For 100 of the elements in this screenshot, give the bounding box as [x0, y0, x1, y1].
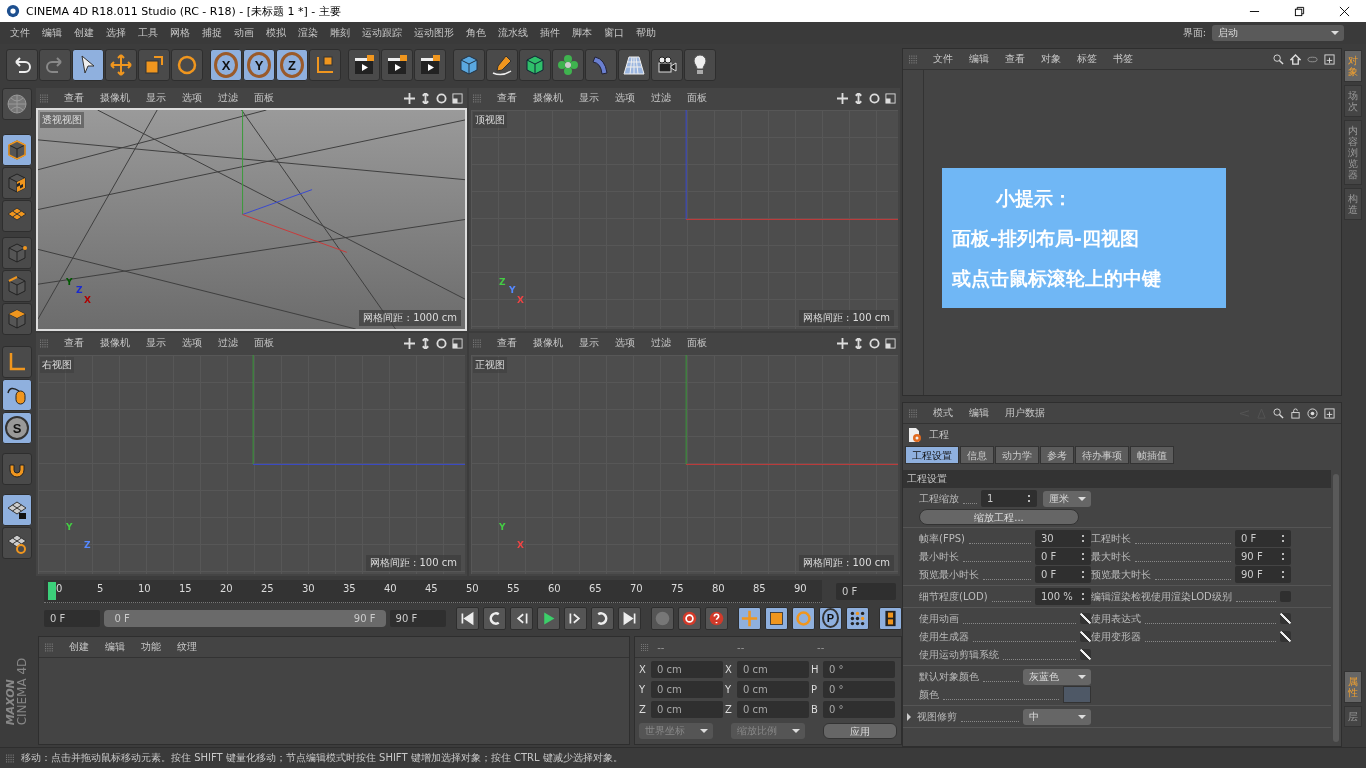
close-icon[interactable]	[1339, 5, 1350, 17]
viewport-menu-item[interactable]: 显示	[572, 336, 606, 350]
menu-item[interactable]: 雕刻	[324, 26, 356, 40]
side-tab[interactable]: 场次	[1344, 85, 1362, 117]
rotate-button[interactable]	[792, 606, 815, 630]
viewport-menu-item[interactable]: 摄像机	[526, 91, 570, 105]
menu-item[interactable]: 选择	[100, 26, 132, 40]
viewport-menu-item[interactable]: 面板	[247, 91, 281, 105]
scale-tool-button[interactable]	[138, 49, 170, 81]
number-field[interactable]: 30	[1035, 530, 1091, 547]
number-field[interactable]: 100 %	[1035, 588, 1091, 605]
attribute-menu-item[interactable]: 用户数据	[998, 406, 1052, 420]
rotate-tool-button[interactable]	[171, 49, 203, 81]
letter-button[interactable]: P	[819, 606, 842, 630]
restore-icon[interactable]	[1294, 5, 1305, 17]
target-icon[interactable]	[1307, 407, 1318, 419]
object-menu-item[interactable]: 对象	[1034, 52, 1068, 66]
checkbox[interactable]	[1280, 631, 1291, 642]
edges-mode-button[interactable]	[2, 270, 32, 302]
menu-item[interactable]: 运动跟踪	[356, 26, 408, 40]
object-menu-item[interactable]: 文件	[926, 52, 960, 66]
number-field[interactable]: 1	[981, 490, 1037, 507]
bend-tool-button[interactable]	[585, 49, 617, 81]
redo-tool-button[interactable]	[39, 49, 71, 81]
camera-tool-button[interactable]	[651, 49, 683, 81]
dots-button[interactable]	[846, 606, 869, 630]
new-window-icon[interactable]	[1324, 53, 1335, 65]
attribute-tab[interactable]: 信息	[960, 446, 994, 464]
move-tool-button[interactable]	[105, 49, 137, 81]
viewport-menu-item[interactable]: 查看	[490, 336, 524, 350]
current-frame-field[interactable]: 0 F	[836, 582, 896, 600]
vertical-arrows-icon[interactable]	[420, 92, 431, 104]
coordinate-field[interactable]: 0 cm	[651, 661, 723, 678]
menu-item[interactable]: 角色	[460, 26, 492, 40]
prev-frame-button[interactable]	[510, 606, 533, 630]
rotate-icon[interactable]	[436, 92, 447, 104]
viewport-menu-item[interactable]: 选项	[175, 91, 209, 105]
vertical-arrows-icon[interactable]	[853, 92, 864, 104]
object-menu-item[interactable]: 标签	[1070, 52, 1104, 66]
cross-arrows-icon[interactable]	[837, 337, 848, 349]
framed-cube-tool-button[interactable]	[519, 49, 551, 81]
home-icon[interactable]	[1290, 53, 1301, 65]
cube-tool-button[interactable]	[453, 49, 485, 81]
viewport-menu-item[interactable]: 选项	[608, 91, 642, 105]
play-button[interactable]	[537, 606, 560, 630]
grip-icon[interactable]	[40, 93, 49, 103]
attribute-tab[interactable]: 帧插值	[1130, 446, 1174, 464]
side-tab[interactable]: 层	[1344, 706, 1362, 727]
object-menu-item[interactable]: 编辑	[962, 52, 996, 66]
axis-tool-button[interactable]: Y	[243, 49, 275, 81]
checkbox[interactable]	[1080, 613, 1091, 624]
viewport-canvas[interactable]: 正视图 Y X 网格间距 : 100 cm	[469, 353, 900, 576]
viewport-menu-item[interactable]: 面板	[680, 91, 714, 105]
viewport-menu-item[interactable]: 查看	[490, 91, 524, 105]
coordinate-field[interactable]: 0 °	[823, 701, 895, 718]
next-key-button[interactable]	[591, 606, 614, 630]
menu-item[interactable]: 网格	[164, 26, 196, 40]
playhead-marker[interactable]	[48, 581, 56, 600]
viewport-canvas[interactable]: 顶视图 Z Y X 网格间距 : 100 cm	[469, 108, 900, 331]
grid-mode-button[interactable]	[2, 200, 32, 232]
value-dropdown[interactable]: 中	[1023, 708, 1091, 725]
coordinate-field[interactable]: 0 cm	[651, 681, 723, 698]
move-button[interactable]	[738, 606, 761, 630]
lock-grid-mode-button[interactable]	[2, 494, 32, 526]
viewport-menu-item[interactable]: 过滤	[644, 91, 678, 105]
window-icon[interactable]	[885, 337, 896, 349]
grid-ring-mode-button[interactable]	[2, 527, 32, 559]
magnet-mode-button[interactable]	[2, 453, 32, 485]
vertical-arrows-icon[interactable]	[853, 337, 864, 349]
select-tool-button[interactable]	[72, 49, 104, 81]
viewport-menu-item[interactable]: 摄像机	[93, 336, 137, 350]
grip-icon[interactable]	[6, 753, 15, 763]
polygons-mode-button[interactable]	[2, 303, 32, 335]
search-icon[interactable]	[1273, 407, 1284, 419]
viewport-menu-item[interactable]: 过滤	[211, 91, 245, 105]
viewport-menu-item[interactable]: 摄像机	[526, 336, 570, 350]
help-button[interactable]	[705, 606, 728, 630]
texture-mode-button[interactable]	[2, 167, 32, 199]
viewport-menu-item[interactable]: 摄像机	[93, 91, 137, 105]
window-icon[interactable]	[885, 92, 896, 104]
rotate-icon[interactable]	[869, 92, 880, 104]
attribute-tab[interactable]: 待办事项	[1075, 446, 1129, 464]
scale-project-button[interactable]: 缩放工程...	[919, 508, 1079, 525]
value-dropdown[interactable]: 灰蓝色	[1023, 668, 1091, 685]
scale-button[interactable]	[765, 606, 788, 630]
material-menu-item[interactable]: 纹理	[170, 640, 204, 654]
viewport-canvas[interactable]: 右视图 Y Z 网格间距 : 100 cm	[36, 353, 467, 576]
viewport-menu-item[interactable]: 查看	[57, 91, 91, 105]
menu-item[interactable]: 脚本	[566, 26, 598, 40]
grip-icon[interactable]	[641, 642, 650, 652]
grip-icon[interactable]	[40, 338, 49, 348]
number-field[interactable]: 0 F	[1235, 530, 1291, 547]
color-swatch[interactable]	[1063, 686, 1091, 703]
go-end-button[interactable]	[618, 606, 641, 630]
cross-arrows-icon[interactable]	[404, 92, 415, 104]
menu-item[interactable]: 创建	[68, 26, 100, 40]
record-button[interactable]	[678, 606, 701, 630]
window-icon[interactable]	[452, 337, 463, 349]
menu-item[interactable]: 帮助	[630, 26, 662, 40]
menu-item[interactable]: 渲染	[292, 26, 324, 40]
